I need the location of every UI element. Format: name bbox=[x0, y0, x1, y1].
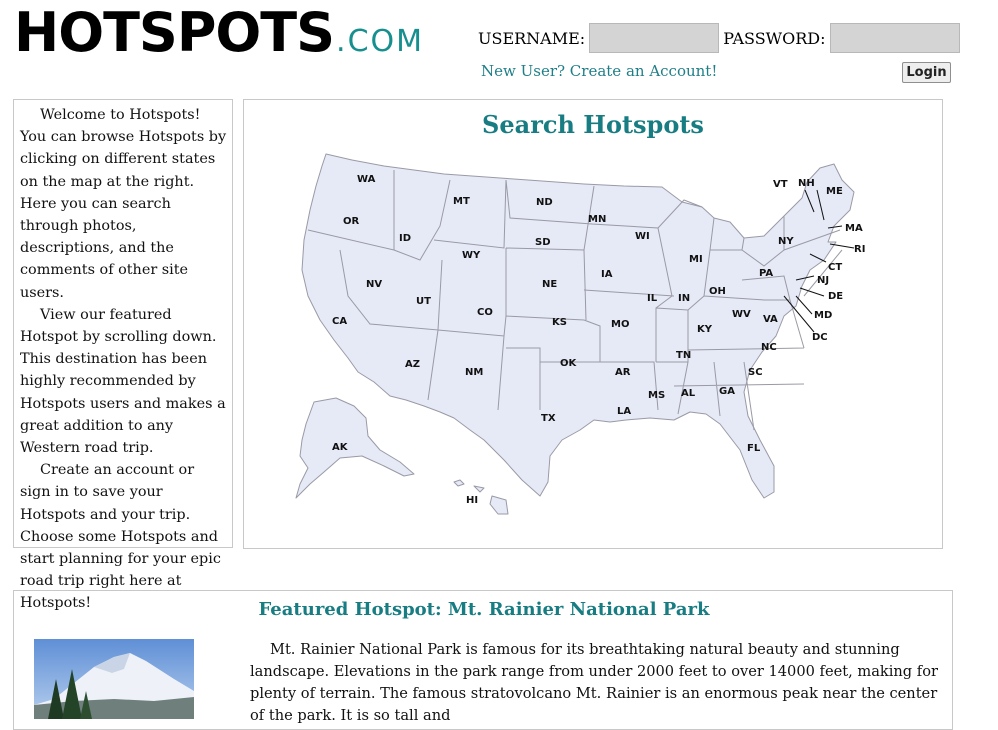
state-label-nh[interactable]: NH bbox=[798, 178, 815, 189]
state-label-nm[interactable]: NM bbox=[465, 367, 483, 378]
state-label-tx[interactable]: TX bbox=[541, 413, 556, 424]
featured-title[interactable]: Featured Hotspot: Mt. Rainier National P… bbox=[14, 599, 954, 620]
password-label: PASSWORD: bbox=[723, 28, 826, 48]
state-label-nc[interactable]: NC bbox=[761, 342, 777, 353]
password-input[interactable] bbox=[829, 23, 960, 53]
state-label-or[interactable]: OR bbox=[343, 216, 360, 227]
username-label: USERNAME: bbox=[478, 28, 586, 48]
state-label-mo[interactable]: MO bbox=[611, 319, 629, 330]
state-label-ny[interactable]: NY bbox=[778, 236, 794, 247]
hawaii-shape bbox=[453, 479, 509, 515]
state-label-va[interactable]: VA bbox=[763, 314, 778, 325]
state-label-id[interactable]: ID bbox=[399, 233, 411, 244]
state-label-ca[interactable]: CA bbox=[332, 316, 347, 327]
state-label-ct[interactable]: CT bbox=[828, 262, 842, 273]
state-label-ky[interactable]: KY bbox=[697, 324, 713, 335]
state-label-il[interactable]: IL bbox=[647, 293, 658, 304]
map-panel: Search Hotspots WA OR CA ID NV MT WY UT … bbox=[243, 99, 943, 549]
state-label-in[interactable]: IN bbox=[678, 293, 690, 304]
state-label-hi[interactable]: HI bbox=[466, 495, 478, 506]
state-label-oh[interactable]: OH bbox=[709, 286, 726, 297]
state-label-az[interactable]: AZ bbox=[405, 359, 420, 370]
state-label-mt[interactable]: MT bbox=[453, 196, 470, 207]
state-label-ms[interactable]: MS bbox=[648, 390, 665, 401]
site-logo[interactable]: HOTSPOTS.COM bbox=[14, 2, 424, 64]
state-label-dc[interactable]: DC bbox=[812, 332, 828, 343]
state-label-ga[interactable]: GA bbox=[719, 386, 735, 397]
featured-photo[interactable] bbox=[34, 639, 194, 719]
state-label-ak[interactable]: AK bbox=[332, 442, 349, 453]
us-mainland-shape bbox=[301, 153, 855, 499]
intro-paragraph: Welcome to Hotspots! You can browse Hots… bbox=[20, 107, 227, 301]
state-label-nd[interactable]: ND bbox=[536, 197, 553, 208]
state-label-fl[interactable]: FL bbox=[747, 443, 761, 454]
state-label-ks[interactable]: KS bbox=[552, 317, 567, 328]
featured-hotspot: Featured Hotspot: Mt. Rainier National P… bbox=[13, 590, 953, 730]
username-input[interactable] bbox=[589, 23, 720, 53]
state-label-co[interactable]: CO bbox=[477, 307, 493, 318]
state-label-ma[interactable]: MA bbox=[845, 223, 863, 234]
state-label-la[interactable]: LA bbox=[617, 406, 631, 417]
logo-tld: .COM bbox=[336, 24, 425, 59]
state-label-ok[interactable]: OK bbox=[560, 358, 578, 369]
state-label-pa[interactable]: PA bbox=[759, 268, 773, 279]
state-label-sd[interactable]: SD bbox=[535, 237, 551, 248]
state-label-ut[interactable]: UT bbox=[416, 296, 431, 307]
state-label-ar[interactable]: AR bbox=[615, 367, 631, 378]
state-label-mn[interactable]: MN bbox=[588, 214, 606, 225]
state-label-wa[interactable]: WA bbox=[357, 174, 376, 185]
intro-paragraph: View our featured Hotspot by scrolling d… bbox=[20, 306, 226, 457]
alaska-shape bbox=[295, 397, 415, 499]
state-label-me[interactable]: ME bbox=[826, 186, 843, 197]
intro-panel: Welcome to Hotspots! You can browse Hots… bbox=[13, 99, 233, 611]
state-label-de[interactable]: DE bbox=[828, 291, 843, 302]
state-label-wi[interactable]: WI bbox=[635, 231, 650, 242]
state-label-nj[interactable]: NJ bbox=[817, 275, 829, 286]
state-label-ri[interactable]: RI bbox=[854, 244, 865, 255]
state-label-ia[interactable]: IA bbox=[601, 269, 613, 280]
state-label-al[interactable]: AL bbox=[681, 388, 696, 399]
create-account-link[interactable]: New User? Create an Account! bbox=[481, 62, 717, 80]
state-label-tn[interactable]: TN bbox=[676, 350, 691, 361]
us-map[interactable]: WA OR CA ID NV MT WY UT AZ CO NM ND SD N… bbox=[244, 100, 942, 548]
state-label-wv[interactable]: WV bbox=[732, 309, 751, 320]
login-button[interactable]: Login bbox=[902, 62, 951, 83]
state-label-vt[interactable]: VT bbox=[773, 179, 788, 190]
state-label-nv[interactable]: NV bbox=[366, 279, 382, 290]
logo-wordmark: HOTSPOTS bbox=[14, 1, 335, 64]
state-label-sc[interactable]: SC bbox=[748, 367, 763, 378]
featured-description: Mt. Rainier National Park is famous for … bbox=[250, 641, 938, 724]
state-label-ne[interactable]: NE bbox=[542, 279, 557, 290]
state-label-md[interactable]: MD bbox=[814, 310, 832, 321]
state-label-mi[interactable]: MI bbox=[689, 254, 703, 265]
login-form: USERNAME: PASSWORD: bbox=[478, 22, 964, 54]
state-label-wy[interactable]: WY bbox=[462, 250, 481, 261]
